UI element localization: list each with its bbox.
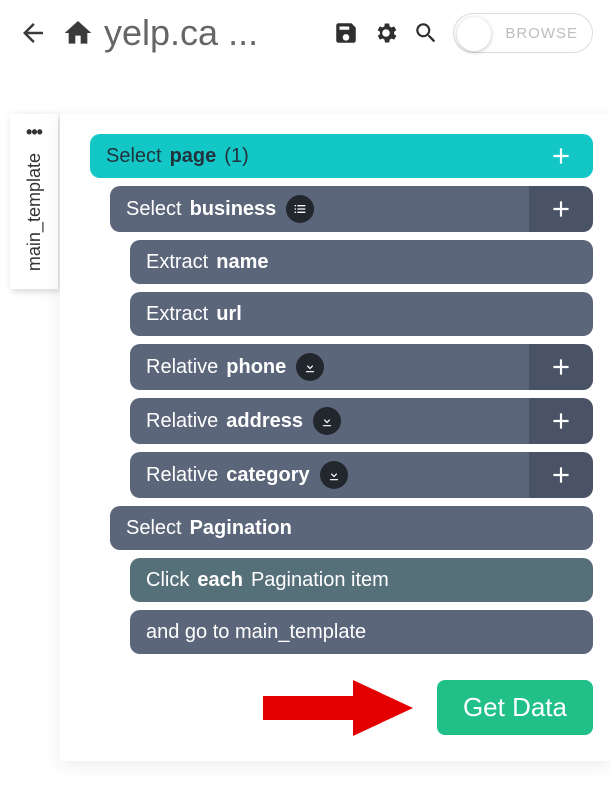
cmd-relative-category[interactable]: Relative category: [130, 452, 593, 498]
cmd-goto[interactable]: and go to main_template: [130, 610, 593, 654]
add-button[interactable]: [529, 186, 593, 232]
arrow-annotation: [263, 676, 413, 740]
template-tab[interactable]: ••• main_template: [10, 114, 58, 289]
page-title: yelp.ca ...: [104, 12, 258, 54]
cmd-extract-url[interactable]: Extract url: [130, 292, 593, 336]
browse-toggle[interactable]: BROWSE: [453, 13, 593, 53]
app-header: yelp.ca ... BROWSE: [0, 0, 611, 74]
download-icon: [296, 353, 324, 381]
commands-panel: Select page (1) Select business: [60, 114, 611, 761]
cmd-select-pagination[interactable]: Select Pagination: [110, 506, 593, 550]
save-icon[interactable]: [333, 20, 359, 46]
toggle-knob: [457, 17, 491, 51]
tab-menu-icon[interactable]: •••: [26, 122, 42, 147]
add-button[interactable]: [529, 398, 593, 444]
cmd-relative-phone[interactable]: Relative phone: [130, 344, 593, 390]
cmd-relative-address[interactable]: Relative address: [130, 398, 593, 444]
home-icon[interactable]: [62, 17, 94, 49]
search-icon[interactable]: [413, 20, 439, 46]
cmd-extract-name[interactable]: Extract name: [130, 240, 593, 284]
add-button[interactable]: [529, 344, 593, 390]
back-icon[interactable]: [18, 18, 48, 48]
download-icon: [313, 407, 341, 435]
get-data-button[interactable]: Get Data: [437, 680, 593, 735]
add-button[interactable]: [529, 452, 593, 498]
cmd-select-business[interactable]: Select business: [110, 186, 593, 232]
add-button[interactable]: [529, 134, 593, 178]
toggle-label: BROWSE: [505, 25, 578, 42]
cmd-click-each[interactable]: Click each Pagination item: [130, 558, 593, 602]
download-icon: [320, 461, 348, 489]
list-icon: [286, 195, 314, 223]
template-tab-label: main_template: [24, 147, 45, 277]
gear-icon[interactable]: [373, 20, 399, 46]
cmd-select-page[interactable]: Select page (1): [90, 134, 593, 178]
